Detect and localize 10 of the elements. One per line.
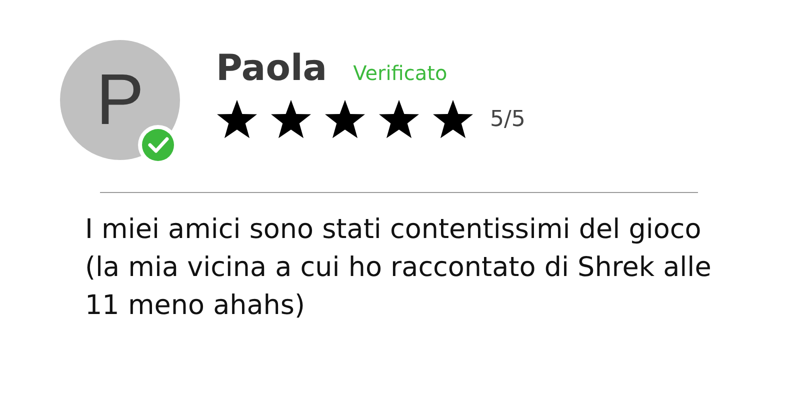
reviewer-name: Paola [216, 48, 328, 89]
star-icon [432, 99, 474, 139]
star-icon [216, 99, 258, 139]
rating-value: 5/5 [490, 106, 526, 132]
star-icon [324, 99, 366, 139]
avatar: P [60, 40, 180, 160]
star-icon [270, 99, 312, 139]
verified-label: Verificato [353, 61, 448, 85]
review-text: I miei amici sono stati contentissimi del gioco (la mia vicina a cui ho raccontato di Shrek alle 11 meno ahahs) [85, 213, 712, 323]
star-icon [378, 99, 420, 139]
